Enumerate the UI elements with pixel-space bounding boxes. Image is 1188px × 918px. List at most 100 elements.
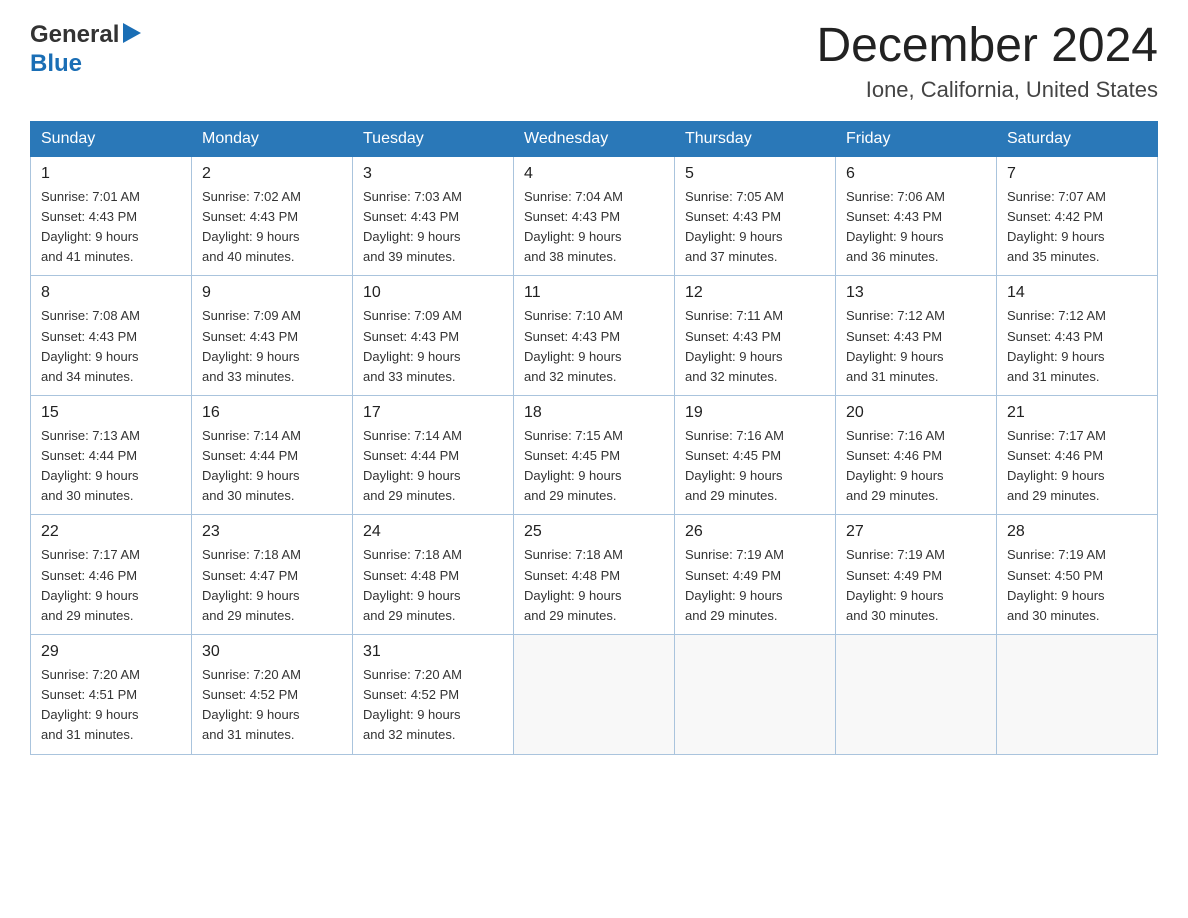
col-monday: Monday (192, 121, 353, 156)
day-number: 27 (846, 523, 986, 541)
day-number: 31 (363, 643, 503, 661)
calendar-cell: 24 Sunrise: 7:18 AM Sunset: 4:48 PM Dayl… (353, 515, 514, 635)
logo-text-general: General (30, 21, 119, 49)
day-number: 25 (524, 523, 664, 541)
day-number: 1 (41, 165, 181, 183)
calendar-cell: 1 Sunrise: 7:01 AM Sunset: 4:43 PM Dayli… (31, 156, 192, 276)
day-info: Sunrise: 7:18 AM Sunset: 4:48 PM Dayligh… (363, 545, 503, 626)
logo: General Blue (30, 20, 141, 78)
day-info: Sunrise: 7:16 AM Sunset: 4:46 PM Dayligh… (846, 426, 986, 507)
day-number: 4 (524, 165, 664, 183)
day-info: Sunrise: 7:10 AM Sunset: 4:43 PM Dayligh… (524, 306, 664, 387)
calendar-cell: 2 Sunrise: 7:02 AM Sunset: 4:43 PM Dayli… (192, 156, 353, 276)
calendar-cell: 20 Sunrise: 7:16 AM Sunset: 4:46 PM Dayl… (836, 395, 997, 515)
day-number: 24 (363, 523, 503, 541)
col-friday: Friday (836, 121, 997, 156)
logo-text-blue: Blue (30, 50, 141, 78)
calendar-cell: 19 Sunrise: 7:16 AM Sunset: 4:45 PM Dayl… (675, 395, 836, 515)
calendar-subtitle: Ione, California, United States (816, 77, 1158, 103)
day-info: Sunrise: 7:12 AM Sunset: 4:43 PM Dayligh… (1007, 306, 1147, 387)
calendar-cell: 9 Sunrise: 7:09 AM Sunset: 4:43 PM Dayli… (192, 276, 353, 396)
day-number: 29 (41, 643, 181, 661)
day-number: 6 (846, 165, 986, 183)
day-number: 13 (846, 284, 986, 302)
day-info: Sunrise: 7:17 AM Sunset: 4:46 PM Dayligh… (41, 545, 181, 626)
calendar-cell: 7 Sunrise: 7:07 AM Sunset: 4:42 PM Dayli… (997, 156, 1158, 276)
calendar-cell: 14 Sunrise: 7:12 AM Sunset: 4:43 PM Dayl… (997, 276, 1158, 396)
day-info: Sunrise: 7:07 AM Sunset: 4:42 PM Dayligh… (1007, 187, 1147, 268)
day-number: 16 (202, 404, 342, 422)
week-row-4: 22 Sunrise: 7:17 AM Sunset: 4:46 PM Dayl… (31, 515, 1158, 635)
day-number: 7 (1007, 165, 1147, 183)
calendar-cell: 30 Sunrise: 7:20 AM Sunset: 4:52 PM Dayl… (192, 635, 353, 755)
day-info: Sunrise: 7:19 AM Sunset: 4:50 PM Dayligh… (1007, 545, 1147, 626)
col-thursday: Thursday (675, 121, 836, 156)
day-number: 26 (685, 523, 825, 541)
day-number: 3 (363, 165, 503, 183)
day-number: 9 (202, 284, 342, 302)
day-info: Sunrise: 7:11 AM Sunset: 4:43 PM Dayligh… (685, 306, 825, 387)
day-number: 2 (202, 165, 342, 183)
calendar-cell: 17 Sunrise: 7:14 AM Sunset: 4:44 PM Dayl… (353, 395, 514, 515)
day-info: Sunrise: 7:14 AM Sunset: 4:44 PM Dayligh… (363, 426, 503, 507)
day-info: Sunrise: 7:04 AM Sunset: 4:43 PM Dayligh… (524, 187, 664, 268)
day-info: Sunrise: 7:15 AM Sunset: 4:45 PM Dayligh… (524, 426, 664, 507)
logo-arrow-icon (123, 23, 141, 43)
day-number: 12 (685, 284, 825, 302)
day-info: Sunrise: 7:01 AM Sunset: 4:43 PM Dayligh… (41, 187, 181, 268)
calendar-cell: 25 Sunrise: 7:18 AM Sunset: 4:48 PM Dayl… (514, 515, 675, 635)
day-info: Sunrise: 7:18 AM Sunset: 4:47 PM Dayligh… (202, 545, 342, 626)
col-saturday: Saturday (997, 121, 1158, 156)
day-number: 17 (363, 404, 503, 422)
day-number: 21 (1007, 404, 1147, 422)
day-info: Sunrise: 7:03 AM Sunset: 4:43 PM Dayligh… (363, 187, 503, 268)
calendar-cell: 16 Sunrise: 7:14 AM Sunset: 4:44 PM Dayl… (192, 395, 353, 515)
day-number: 23 (202, 523, 342, 541)
calendar-cell: 28 Sunrise: 7:19 AM Sunset: 4:50 PM Dayl… (997, 515, 1158, 635)
day-info: Sunrise: 7:02 AM Sunset: 4:43 PM Dayligh… (202, 187, 342, 268)
calendar-cell: 21 Sunrise: 7:17 AM Sunset: 4:46 PM Dayl… (997, 395, 1158, 515)
day-info: Sunrise: 7:19 AM Sunset: 4:49 PM Dayligh… (846, 545, 986, 626)
day-number: 19 (685, 404, 825, 422)
calendar-cell: 12 Sunrise: 7:11 AM Sunset: 4:43 PM Dayl… (675, 276, 836, 396)
calendar-cell: 29 Sunrise: 7:20 AM Sunset: 4:51 PM Dayl… (31, 635, 192, 755)
calendar-cell: 18 Sunrise: 7:15 AM Sunset: 4:45 PM Dayl… (514, 395, 675, 515)
calendar-cell (997, 635, 1158, 755)
calendar-cell: 11 Sunrise: 7:10 AM Sunset: 4:43 PM Dayl… (514, 276, 675, 396)
calendar-table: Sunday Monday Tuesday Wednesday Thursday… (30, 121, 1158, 755)
col-sunday: Sunday (31, 121, 192, 156)
day-info: Sunrise: 7:06 AM Sunset: 4:43 PM Dayligh… (846, 187, 986, 268)
calendar-cell: 31 Sunrise: 7:20 AM Sunset: 4:52 PM Dayl… (353, 635, 514, 755)
week-row-2: 8 Sunrise: 7:08 AM Sunset: 4:43 PM Dayli… (31, 276, 1158, 396)
calendar-cell: 10 Sunrise: 7:09 AM Sunset: 4:43 PM Dayl… (353, 276, 514, 396)
day-info: Sunrise: 7:05 AM Sunset: 4:43 PM Dayligh… (685, 187, 825, 268)
title-block: December 2024 Ione, California, United S… (816, 20, 1158, 103)
day-number: 28 (1007, 523, 1147, 541)
day-number: 18 (524, 404, 664, 422)
calendar-title: December 2024 (816, 20, 1158, 73)
calendar-cell: 5 Sunrise: 7:05 AM Sunset: 4:43 PM Dayli… (675, 156, 836, 276)
day-number: 5 (685, 165, 825, 183)
day-info: Sunrise: 7:20 AM Sunset: 4:52 PM Dayligh… (363, 665, 503, 746)
calendar-cell: 13 Sunrise: 7:12 AM Sunset: 4:43 PM Dayl… (836, 276, 997, 396)
day-info: Sunrise: 7:18 AM Sunset: 4:48 PM Dayligh… (524, 545, 664, 626)
calendar-cell: 6 Sunrise: 7:06 AM Sunset: 4:43 PM Dayli… (836, 156, 997, 276)
calendar-cell (836, 635, 997, 755)
day-info: Sunrise: 7:20 AM Sunset: 4:51 PM Dayligh… (41, 665, 181, 746)
calendar-header-row: Sunday Monday Tuesday Wednesday Thursday… (31, 121, 1158, 156)
day-number: 30 (202, 643, 342, 661)
calendar-cell: 22 Sunrise: 7:17 AM Sunset: 4:46 PM Dayl… (31, 515, 192, 635)
day-info: Sunrise: 7:09 AM Sunset: 4:43 PM Dayligh… (202, 306, 342, 387)
day-info: Sunrise: 7:12 AM Sunset: 4:43 PM Dayligh… (846, 306, 986, 387)
col-wednesday: Wednesday (514, 121, 675, 156)
day-number: 14 (1007, 284, 1147, 302)
day-info: Sunrise: 7:08 AM Sunset: 4:43 PM Dayligh… (41, 306, 181, 387)
day-info: Sunrise: 7:16 AM Sunset: 4:45 PM Dayligh… (685, 426, 825, 507)
week-row-1: 1 Sunrise: 7:01 AM Sunset: 4:43 PM Dayli… (31, 156, 1158, 276)
calendar-cell: 27 Sunrise: 7:19 AM Sunset: 4:49 PM Dayl… (836, 515, 997, 635)
day-info: Sunrise: 7:17 AM Sunset: 4:46 PM Dayligh… (1007, 426, 1147, 507)
day-info: Sunrise: 7:14 AM Sunset: 4:44 PM Dayligh… (202, 426, 342, 507)
day-number: 8 (41, 284, 181, 302)
day-info: Sunrise: 7:13 AM Sunset: 4:44 PM Dayligh… (41, 426, 181, 507)
week-row-5: 29 Sunrise: 7:20 AM Sunset: 4:51 PM Dayl… (31, 635, 1158, 755)
